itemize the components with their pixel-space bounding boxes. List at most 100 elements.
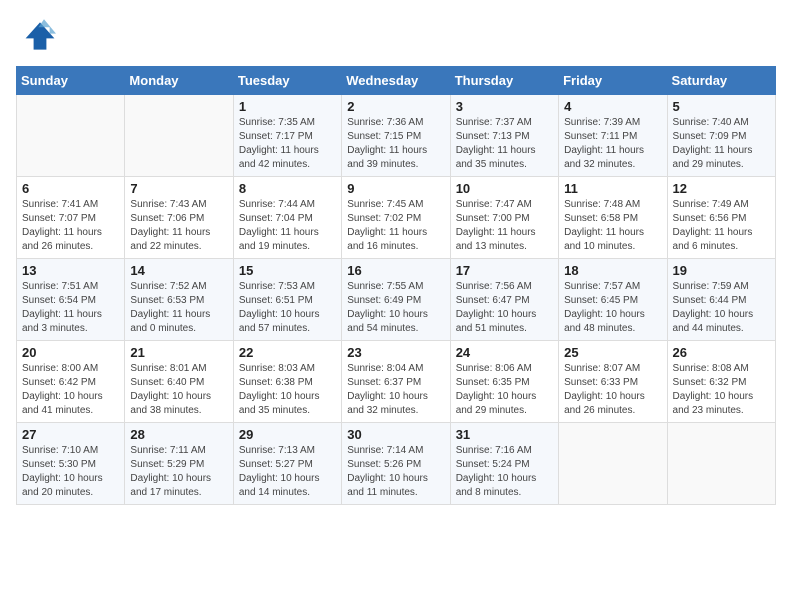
day-number: 18 <box>564 263 661 278</box>
calendar-cell: 18 Sunrise: 7:57 AM Sunset: 6:45 PM Dayli… <box>559 259 667 341</box>
calendar-cell: 28 Sunrise: 7:11 AM Sunset: 5:29 PM Dayli… <box>125 423 233 505</box>
day-detail: Sunrise: 7:40 AM Sunset: 7:09 PM Dayligh… <box>673 116 770 172</box>
calendar-week-5: 27 Sunrise: 7:10 AM Sunset: 5:30 PM Dayli… <box>17 423 776 505</box>
day-detail: Sunrise: 7:52 AM Sunset: 6:53 PM Dayligh… <box>130 280 227 336</box>
day-detail: Sunrise: 7:49 AM Sunset: 6:56 PM Dayligh… <box>673 198 770 254</box>
day-header-friday: Friday <box>559 67 667 95</box>
day-header-thursday: Thursday <box>450 67 558 95</box>
day-detail: Sunrise: 7:14 AM Sunset: 5:26 PM Dayligh… <box>347 444 444 500</box>
day-detail: Sunrise: 8:00 AM Sunset: 6:42 PM Dayligh… <box>22 362 119 418</box>
day-number: 23 <box>347 345 444 360</box>
day-detail: Sunrise: 7:43 AM Sunset: 7:06 PM Dayligh… <box>130 198 227 254</box>
day-number: 10 <box>456 181 553 196</box>
day-number: 7 <box>130 181 227 196</box>
calendar-cell <box>559 423 667 505</box>
day-detail: Sunrise: 7:47 AM Sunset: 7:00 PM Dayligh… <box>456 198 553 254</box>
calendar-week-2: 6Sunrise: 7:41 AM Sunset: 7:07 PM Daylig… <box>17 177 776 259</box>
day-number: 25 <box>564 345 661 360</box>
day-detail: Sunrise: 7:55 AM Sunset: 6:49 PM Dayligh… <box>347 280 444 336</box>
day-detail: Sunrise: 7:57 AM Sunset: 6:45 PM Dayligh… <box>564 280 661 336</box>
day-number: 3 <box>456 99 553 114</box>
calendar-cell: 25 Sunrise: 8:07 AM Sunset: 6:33 PM Dayli… <box>559 341 667 423</box>
day-number: 27 <box>22 427 119 442</box>
day-number: 16 <box>347 263 444 278</box>
calendar-cell <box>667 423 775 505</box>
day-number: 31 <box>456 427 553 442</box>
calendar-cell: 22 Sunrise: 8:03 AM Sunset: 6:38 PM Dayli… <box>233 341 341 423</box>
day-detail: Sunrise: 8:07 AM Sunset: 6:33 PM Dayligh… <box>564 362 661 418</box>
calendar-cell: 14 Sunrise: 7:52 AM Sunset: 6:53 PM Dayli… <box>125 259 233 341</box>
calendar-week-4: 20Sunrise: 8:00 AM Sunset: 6:42 PM Dayli… <box>17 341 776 423</box>
day-detail: Sunrise: 7:48 AM Sunset: 6:58 PM Dayligh… <box>564 198 661 254</box>
day-detail: Sunrise: 8:06 AM Sunset: 6:35 PM Dayligh… <box>456 362 553 418</box>
calendar-cell: 9Sunrise: 7:45 AM Sunset: 7:02 PM Daylig… <box>342 177 450 259</box>
day-detail: Sunrise: 7:35 AM Sunset: 7:17 PM Dayligh… <box>239 116 336 172</box>
day-header-saturday: Saturday <box>667 67 775 95</box>
day-detail: Sunrise: 7:11 AM Sunset: 5:29 PM Dayligh… <box>130 444 227 500</box>
day-header-wednesday: Wednesday <box>342 67 450 95</box>
logo-icon <box>16 16 56 56</box>
calendar-cell: 17 Sunrise: 7:56 AM Sunset: 6:47 PM Dayli… <box>450 259 558 341</box>
day-detail: Sunrise: 8:01 AM Sunset: 6:40 PM Dayligh… <box>130 362 227 418</box>
calendar-cell: 19 Sunrise: 7:59 AM Sunset: 6:44 PM Dayli… <box>667 259 775 341</box>
calendar-cell: 10 Sunrise: 7:47 AM Sunset: 7:00 PM Dayli… <box>450 177 558 259</box>
day-number: 21 <box>130 345 227 360</box>
day-detail: Sunrise: 7:16 AM Sunset: 5:24 PM Dayligh… <box>456 444 553 500</box>
day-header-sunday: Sunday <box>17 67 125 95</box>
day-detail: Sunrise: 7:53 AM Sunset: 6:51 PM Dayligh… <box>239 280 336 336</box>
calendar-cell <box>125 95 233 177</box>
day-number: 19 <box>673 263 770 278</box>
days-header-row: SundayMondayTuesdayWednesdayThursdayFrid… <box>17 67 776 95</box>
calendar-cell: 2Sunrise: 7:36 AM Sunset: 7:15 PM Daylig… <box>342 95 450 177</box>
day-header-tuesday: Tuesday <box>233 67 341 95</box>
day-number: 8 <box>239 181 336 196</box>
calendar-cell: 3 Sunrise: 7:37 AM Sunset: 7:13 PM Daylig… <box>450 95 558 177</box>
day-detail: Sunrise: 7:45 AM Sunset: 7:02 PM Dayligh… <box>347 198 444 254</box>
calendar-week-3: 13Sunrise: 7:51 AM Sunset: 6:54 PM Dayli… <box>17 259 776 341</box>
day-detail: Sunrise: 7:36 AM Sunset: 7:15 PM Dayligh… <box>347 116 444 172</box>
day-number: 15 <box>239 263 336 278</box>
day-detail: Sunrise: 7:56 AM Sunset: 6:47 PM Dayligh… <box>456 280 553 336</box>
day-detail: Sunrise: 8:04 AM Sunset: 6:37 PM Dayligh… <box>347 362 444 418</box>
calendar-cell: 30 Sunrise: 7:14 AM Sunset: 5:26 PM Dayli… <box>342 423 450 505</box>
calendar-cell: 15 Sunrise: 7:53 AM Sunset: 6:51 PM Dayli… <box>233 259 341 341</box>
day-number: 4 <box>564 99 661 114</box>
calendar-week-1: 1 Sunrise: 7:35 AM Sunset: 7:17 PM Daylig… <box>17 95 776 177</box>
day-detail: Sunrise: 8:08 AM Sunset: 6:32 PM Dayligh… <box>673 362 770 418</box>
day-detail: Sunrise: 7:44 AM Sunset: 7:04 PM Dayligh… <box>239 198 336 254</box>
day-detail: Sunrise: 8:03 AM Sunset: 6:38 PM Dayligh… <box>239 362 336 418</box>
day-detail: Sunrise: 7:59 AM Sunset: 6:44 PM Dayligh… <box>673 280 770 336</box>
calendar-cell: 29 Sunrise: 7:13 AM Sunset: 5:27 PM Dayli… <box>233 423 341 505</box>
calendar-cell: 21 Sunrise: 8:01 AM Sunset: 6:40 PM Dayli… <box>125 341 233 423</box>
day-number: 29 <box>239 427 336 442</box>
day-detail: Sunrise: 7:41 AM Sunset: 7:07 PM Dayligh… <box>22 198 119 254</box>
day-number: 26 <box>673 345 770 360</box>
day-detail: Sunrise: 7:13 AM Sunset: 5:27 PM Dayligh… <box>239 444 336 500</box>
calendar-cell: 7 Sunrise: 7:43 AM Sunset: 7:06 PM Daylig… <box>125 177 233 259</box>
day-number: 1 <box>239 99 336 114</box>
day-number: 17 <box>456 263 553 278</box>
day-number: 12 <box>673 181 770 196</box>
calendar-cell: 11 Sunrise: 7:48 AM Sunset: 6:58 PM Dayli… <box>559 177 667 259</box>
calendar-cell: 13Sunrise: 7:51 AM Sunset: 6:54 PM Dayli… <box>17 259 125 341</box>
page-header <box>16 16 776 56</box>
calendar-cell: 6Sunrise: 7:41 AM Sunset: 7:07 PM Daylig… <box>17 177 125 259</box>
calendar-cell: 12 Sunrise: 7:49 AM Sunset: 6:56 PM Dayli… <box>667 177 775 259</box>
day-detail: Sunrise: 7:10 AM Sunset: 5:30 PM Dayligh… <box>22 444 119 500</box>
calendar-cell: 23 Sunrise: 8:04 AM Sunset: 6:37 PM Dayli… <box>342 341 450 423</box>
day-number: 11 <box>564 181 661 196</box>
calendar-cell <box>17 95 125 177</box>
day-number: 14 <box>130 263 227 278</box>
calendar-cell: 8 Sunrise: 7:44 AM Sunset: 7:04 PM Daylig… <box>233 177 341 259</box>
calendar-cell: 26 Sunrise: 8:08 AM Sunset: 6:32 PM Dayli… <box>667 341 775 423</box>
day-number: 5 <box>673 99 770 114</box>
day-number: 24 <box>456 345 553 360</box>
day-number: 22 <box>239 345 336 360</box>
calendar-cell: 5 Sunrise: 7:40 AM Sunset: 7:09 PM Daylig… <box>667 95 775 177</box>
day-header-monday: Monday <box>125 67 233 95</box>
day-detail: Sunrise: 7:51 AM Sunset: 6:54 PM Dayligh… <box>22 280 119 336</box>
calendar-cell: 1 Sunrise: 7:35 AM Sunset: 7:17 PM Daylig… <box>233 95 341 177</box>
day-number: 28 <box>130 427 227 442</box>
day-number: 30 <box>347 427 444 442</box>
day-detail: Sunrise: 7:37 AM Sunset: 7:13 PM Dayligh… <box>456 116 553 172</box>
